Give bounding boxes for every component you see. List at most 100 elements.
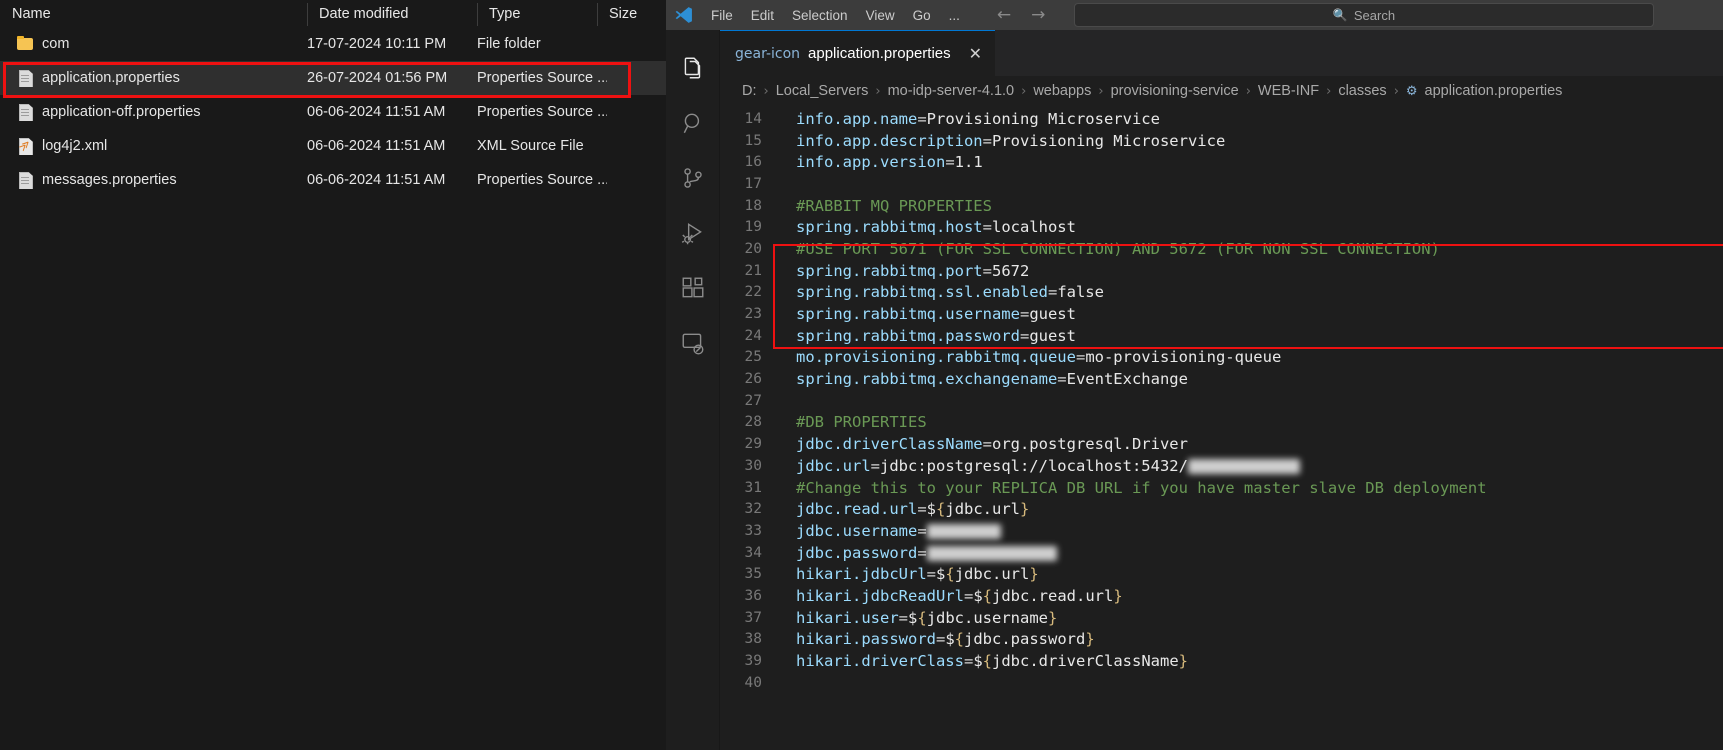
command-search-box[interactable]: 🔍 Search <box>1074 3 1654 27</box>
menu-selection[interactable]: Selection <box>783 5 857 26</box>
code-line: 37 hikari.user=${jdbc.username} <box>720 607 1723 629</box>
code-line: 35 hikari.jdbcUrl=${jdbc.url} <box>720 563 1723 585</box>
breadcrumb-item[interactable]: webapps <box>1033 83 1091 99</box>
menu-more[interactable]: ... <box>940 5 969 26</box>
code-token: = <box>917 500 927 519</box>
breadcrumb-item[interactable]: provisioning-service <box>1111 83 1239 99</box>
line-number: 21 <box>744 262 762 279</box>
code-token: } <box>1048 608 1058 627</box>
code-token: { <box>954 630 965 649</box>
column-header-type-label: Type <box>489 5 521 22</box>
code-text: #USE PORT 5671 (FOR SSL CONNECTION) AND … <box>780 240 1440 258</box>
back-arrow-icon[interactable]: ← <box>997 6 1011 24</box>
menu-edit[interactable]: Edit <box>742 5 783 26</box>
file-date-cell: 17-07-2024 10:11 PM <box>307 36 447 52</box>
code-token: spring.rabbitmq.host <box>796 218 983 237</box>
breadcrumb-item[interactable]: classes <box>1338 83 1386 99</box>
code-token: jdbc.url <box>945 500 1021 519</box>
breadcrumb-separator: › <box>763 83 769 99</box>
code-token: $ <box>908 608 918 627</box>
file-row[interactable]: application-off.properties 06-06-2024 11:… <box>0 95 666 129</box>
code-token: mo.provisioning.rabbitmq.queue <box>796 348 1076 367</box>
code-text: spring.rabbitmq.password=guest <box>780 327 1076 345</box>
column-header-name-label: Name <box>12 5 51 22</box>
document-icon <box>17 171 33 189</box>
file-date-cell: 26-07-2024 01:56 PM <box>307 70 448 86</box>
code-text: hikari.jdbcUrl=${jdbc.url} <box>780 565 1039 583</box>
breadcrumb-item[interactable]: WEB-INF <box>1258 83 1319 99</box>
redacted-value: postgres <box>926 523 1002 539</box>
code-line: 14 info.app.name=Provisioning Microservic… <box>720 108 1723 130</box>
file-row[interactable]: com 17-07-2024 10:11 PM File folder <box>0 27 666 61</box>
source-control-icon[interactable] <box>666 150 720 205</box>
code-token: info.app.description <box>796 131 983 150</box>
breadcrumb-item[interactable]: application.properties <box>1425 83 1563 99</box>
file-name-label: messages.properties <box>42 172 177 188</box>
forward-arrow-icon[interactable]: → <box>1031 6 1045 24</box>
code-text: #RABBIT MQ PROPERTIES <box>780 197 992 215</box>
code-token: hikari.jdbcUrl <box>796 565 927 584</box>
line-number: 37 <box>744 609 762 626</box>
column-header-type[interactable]: Type <box>477 0 597 27</box>
code-token: } <box>1020 500 1030 519</box>
breadcrumb-separator: › <box>1326 83 1332 99</box>
file-row[interactable]: log4j2.xml 06-06-2024 11:51 AM XML Source … <box>0 129 666 163</box>
line-number: 36 <box>744 587 762 604</box>
search-placeholder: Search <box>1353 7 1396 23</box>
code-line: 32 jdbc.read.url=${jdbc.url} <box>720 498 1723 520</box>
code-token: hikari.driverClass <box>796 652 964 671</box>
file-type-cell: XML Source File <box>477 138 584 154</box>
breadcrumb-item[interactable]: D: <box>742 83 757 99</box>
code-text: info.app.description=Provisioning Micros… <box>780 132 1225 150</box>
line-number: 28 <box>744 414 762 431</box>
code-line: 30 jdbc.url=jdbc:postgresql://localhost:5… <box>720 455 1723 477</box>
breadcrumb-item[interactable]: Local_Servers <box>776 83 869 99</box>
code-line: 24 spring.rabbitmq.password=guest <box>720 325 1723 347</box>
close-icon[interactable]: ✕ <box>969 44 982 63</box>
file-name-label: application.properties <box>42 70 180 86</box>
explorer-icon[interactable] <box>666 40 720 95</box>
code-token: spring.rabbitmq.username <box>796 305 1020 324</box>
explorer-column-headers: Name Date modified Type Size <box>0 0 666 27</box>
code-token: } <box>1113 586 1123 605</box>
code-editor[interactable]: 14 info.app.name=Provisioning Microservic… <box>720 106 1723 750</box>
code-token: #Change this to your REPLICA DB URL if y… <box>796 478 1487 497</box>
code-text: jdbc.read.url=${jdbc.url} <box>780 500 1029 518</box>
column-header-date-modified[interactable]: Date modified <box>307 0 477 27</box>
code-token: = <box>926 565 936 584</box>
breadcrumb-separator: › <box>1098 83 1104 99</box>
vscode-titlebar: File Edit Selection View Go ... ← → 🔍 Se… <box>666 0 1723 30</box>
code-text: jdbc.username=postgres <box>780 521 1002 540</box>
code-token: hikari.jdbcReadUrl <box>796 586 964 605</box>
code-token: = <box>982 261 992 280</box>
gear-icon: ⚙ <box>1405 83 1418 99</box>
document-icon <box>17 69 33 87</box>
code-token: { <box>982 586 993 605</box>
file-row[interactable]: application.properties 26-07-2024 01:56 P… <box>0 61 666 95</box>
search-icon[interactable] <box>666 95 720 150</box>
code-token: hikari.password <box>796 630 936 649</box>
code-token: Provisioning Microservice <box>991 131 1226 150</box>
redacted-value: microservice <box>1187 458 1300 474</box>
code-token: jdbc.username <box>796 521 918 540</box>
document-icon <box>17 103 33 121</box>
file-row[interactable]: messages.properties 06-06-2024 11:51 AM Pr… <box>0 163 666 197</box>
code-token: spring.rabbitmq.ssl.enabled <box>796 283 1048 302</box>
column-header-name[interactable]: Name <box>0 0 307 27</box>
menu-view[interactable]: View <box>857 5 904 26</box>
breadcrumb-item[interactable]: mo-idp-server-4.1.0 <box>888 83 1015 99</box>
code-token: spring.rabbitmq.password <box>796 326 1020 345</box>
column-header-size[interactable]: Size <box>597 0 666 27</box>
gear-icon: gear-icon <box>735 45 801 62</box>
tab-application-properties[interactable]: gear-icon application.properties ✕ <box>720 30 996 76</box>
code-token: = <box>982 218 992 237</box>
remote-explorer-icon[interactable] <box>666 315 720 370</box>
file-name-label: com <box>42 36 70 52</box>
vscode-logo-icon <box>666 0 702 30</box>
extensions-icon[interactable] <box>666 260 720 315</box>
menu-file[interactable]: File <box>702 5 742 26</box>
code-token: guest <box>1029 326 1076 345</box>
run-debug-icon[interactable] <box>666 205 720 260</box>
menu-go[interactable]: Go <box>904 5 940 26</box>
code-line: 31 #Change this to your REPLICA DB URL if… <box>720 477 1723 499</box>
